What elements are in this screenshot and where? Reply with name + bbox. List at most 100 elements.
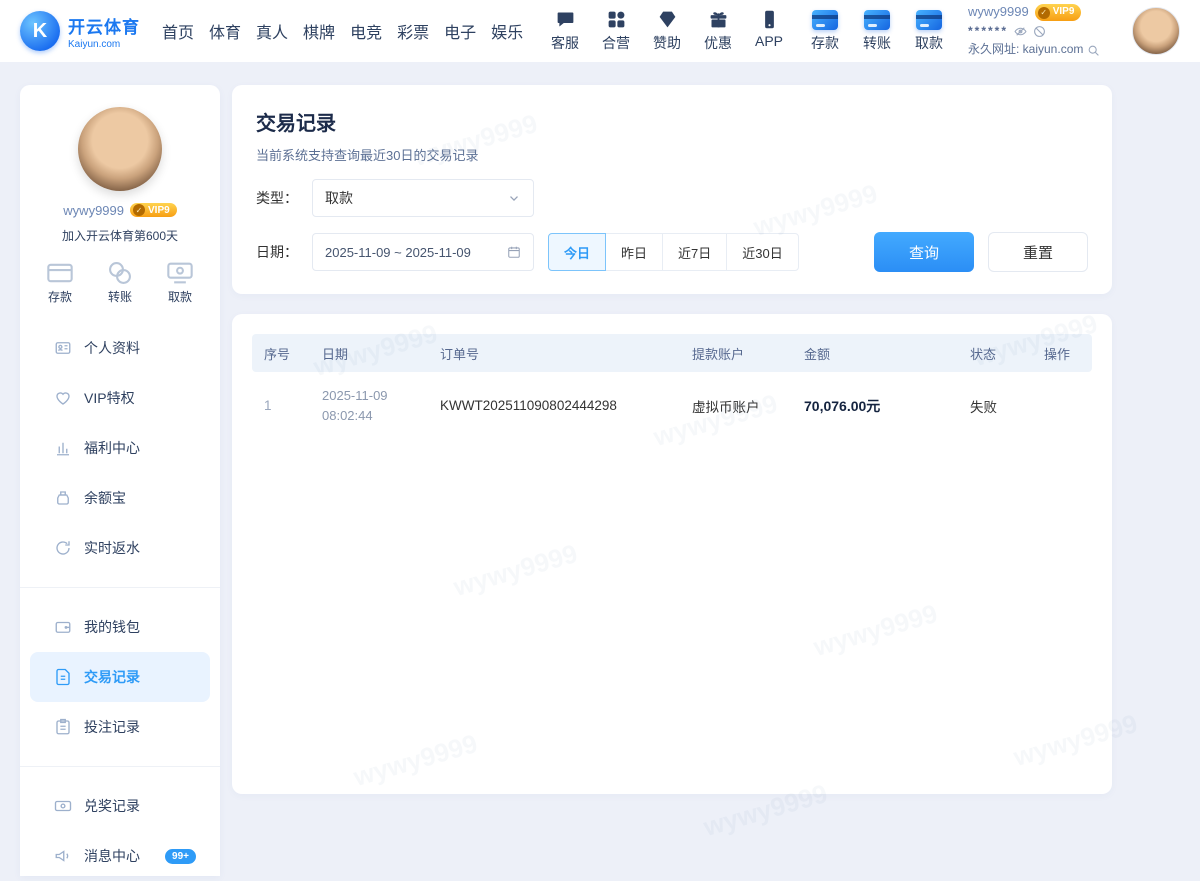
cell-date-time: 08:02:44 xyxy=(322,406,428,426)
nav-app-download[interactable]: APP xyxy=(748,9,790,53)
eye-off-icon[interactable] xyxy=(1014,25,1027,38)
diamond-icon xyxy=(657,9,678,30)
withdraw-outline-icon xyxy=(166,259,194,283)
records-table-card: 序号 日期 订单号 提款账户 金额 状态 操作 1 2025-11-09 08:… xyxy=(232,314,1112,794)
profile-avatar[interactable] xyxy=(78,107,162,191)
calendar-icon xyxy=(507,245,521,259)
heart-icon xyxy=(54,389,72,407)
user-avatar[interactable] xyxy=(1132,7,1180,55)
cell-status: 失败 xyxy=(958,396,1032,416)
col-header-status: 状态 xyxy=(958,344,1032,363)
nav-promotions[interactable]: 优惠 xyxy=(697,9,739,53)
sidebar-item-transactions[interactable]: 交易记录 xyxy=(30,652,210,702)
top-navbar: K 开云体育 Kaiyun.com 首页 体育 真人 棋牌 电竞 彩票 电子 娱… xyxy=(0,0,1200,62)
sidebar-item-wallet[interactable]: 我的钱包 xyxy=(30,602,210,652)
utility-nav: 客服 合营 赞助 优惠 APP xyxy=(544,9,790,53)
cell-date-day: 2025-11-09 xyxy=(322,386,428,406)
quick-actions: 存款 转账 取款 xyxy=(20,259,220,305)
profile-sidebar: wywy9999 ✓ VIP9 加入开云体育第600天 存款 转账 取款 xyxy=(20,85,220,876)
vip-level-text: VIP9 xyxy=(148,205,170,216)
sidebar-menu: 个人资料 VIP特权 福利中心 余额宝 实时返水 xyxy=(20,323,220,881)
nav-transfer[interactable]: 转账 xyxy=(856,10,898,53)
permanent-url-text: 永久网址: kaiyun.com xyxy=(968,41,1083,58)
sidebar-item-label: 交易记录 xyxy=(84,667,140,687)
quick-deposit[interactable]: 存款 xyxy=(46,259,74,305)
table-header-row: 序号 日期 订单号 提款账户 金额 状态 操作 xyxy=(252,334,1092,372)
transfer-card-icon xyxy=(864,10,890,30)
quick-range-7days[interactable]: 近7日 xyxy=(662,233,727,271)
nav-item-home[interactable]: 首页 xyxy=(162,19,194,43)
nav-item-entertainment[interactable]: 娱乐 xyxy=(491,19,523,43)
sidebar-item-vip[interactable]: VIP特权 xyxy=(30,373,210,423)
wallet-label: 转账 xyxy=(863,33,891,53)
sidebar-item-yuebao[interactable]: 余额宝 xyxy=(30,473,210,523)
nav-withdraw[interactable]: 取款 xyxy=(908,10,950,53)
nav-item-esports[interactable]: 电竞 xyxy=(350,19,382,43)
banknote-icon xyxy=(54,797,72,815)
quick-transfer[interactable]: 转账 xyxy=(106,259,134,305)
sidebar-item-label: 余额宝 xyxy=(84,488,126,508)
type-select-value: 取款 xyxy=(325,188,353,208)
logo-icon: K xyxy=(20,11,60,51)
col-header-date: 日期 xyxy=(310,344,428,363)
sidebar-item-label: 个人资料 xyxy=(84,338,140,358)
quick-action-label: 存款 xyxy=(48,288,72,305)
col-header-action: 操作 xyxy=(1032,344,1092,363)
money-pot-icon xyxy=(54,489,72,507)
nav-item-sports[interactable]: 体育 xyxy=(209,19,241,43)
filter-card: 交易记录 当前系统支持查询最近30日的交易记录 类型： 取款 日期： 2025-… xyxy=(232,85,1112,294)
unread-count-badge: 99+ xyxy=(165,849,196,864)
brand-logo[interactable]: K 开云体育 Kaiyun.com xyxy=(20,11,140,51)
utility-label: 客服 xyxy=(551,33,579,53)
search-button[interactable]: 查询 xyxy=(874,232,974,272)
slash-circle-icon[interactable] xyxy=(1033,25,1046,38)
col-header-index: 序号 xyxy=(252,344,310,363)
sidebar-item-label: 福利中心 xyxy=(84,438,140,458)
clipboard-icon xyxy=(54,718,72,736)
user-info-block: wywy9999 ✓ VIP9 ****** 永久网址: kaiyun.com xyxy=(968,3,1118,59)
sidebar-item-rebate[interactable]: 实时返水 xyxy=(30,523,210,573)
type-label: 类型： xyxy=(256,188,312,208)
sidebar-item-welfare[interactable]: 福利中心 xyxy=(30,423,210,473)
vip-badge: ✓ VIP9 xyxy=(1035,4,1082,21)
date-range-value: 2025-11-09 ~ 2025-11-09 xyxy=(325,245,471,260)
sidebar-item-profile[interactable]: 个人资料 xyxy=(30,323,210,373)
quick-range-30days[interactable]: 近30日 xyxy=(726,233,798,271)
sidebar-item-messages[interactable]: 消息中心 99+ xyxy=(30,831,210,881)
deposit-card-icon xyxy=(812,10,838,30)
nav-item-chess[interactable]: 棋牌 xyxy=(303,19,335,43)
nav-item-slots[interactable]: 电子 xyxy=(444,19,476,43)
quick-range-yesterday[interactable]: 昨日 xyxy=(605,233,663,271)
sidebar-divider xyxy=(20,766,220,767)
quick-action-label: 取款 xyxy=(168,288,192,305)
sidebar-item-label: 我的钱包 xyxy=(84,617,140,637)
cell-index: 1 xyxy=(252,398,310,413)
cell-amount: 70,076.00元 xyxy=(792,396,958,416)
quick-range-today[interactable]: 今日 xyxy=(548,233,606,271)
gift-icon xyxy=(708,9,729,30)
masked-balance: ****** xyxy=(968,23,1008,40)
nav-item-live[interactable]: 真人 xyxy=(256,19,288,43)
col-header-amount: 金额 xyxy=(792,344,958,363)
magnifier-icon[interactable] xyxy=(1087,44,1100,57)
nav-item-lottery[interactable]: 彩票 xyxy=(397,19,429,43)
sidebar-item-label: VIP特权 xyxy=(84,388,135,408)
date-range-input[interactable]: 2025-11-09 ~ 2025-11-09 xyxy=(312,233,534,271)
wallet-label: 取款 xyxy=(915,33,943,53)
page-subtitle: 当前系统支持查询最近30日的交易记录 xyxy=(256,145,1088,164)
quick-withdraw[interactable]: 取款 xyxy=(166,259,194,305)
refresh-circle-icon xyxy=(54,539,72,557)
megaphone-icon xyxy=(54,847,72,865)
type-select[interactable]: 取款 xyxy=(312,179,534,217)
utility-label: 赞助 xyxy=(653,33,681,53)
reset-button[interactable]: 重置 xyxy=(988,232,1088,272)
username-text: wywy9999 xyxy=(968,3,1029,22)
sidebar-item-prizes[interactable]: 兑奖记录 xyxy=(30,781,210,831)
sidebar-item-bets[interactable]: 投注记录 xyxy=(30,702,210,752)
nav-partnership[interactable]: 合营 xyxy=(595,9,637,53)
partner-grid-icon xyxy=(606,9,627,30)
nav-customer-service[interactable]: 客服 xyxy=(544,9,586,53)
nav-deposit[interactable]: 存款 xyxy=(804,10,846,53)
bar-chart-icon xyxy=(54,439,72,457)
nav-sponsorship[interactable]: 赞助 xyxy=(646,9,688,53)
